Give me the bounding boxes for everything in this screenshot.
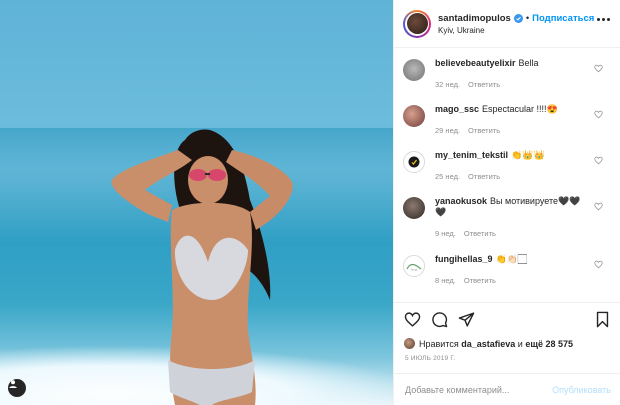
comment-heart-icon[interactable] [594, 202, 603, 211]
commenter-avatar[interactable] [403, 151, 425, 173]
liker-username[interactable]: da_astafieva [461, 339, 515, 349]
likes-count[interactable]: ещё 28 575 [525, 339, 573, 349]
comment-heart-icon[interactable] [594, 64, 603, 73]
user-profile-icon[interactable] [8, 379, 26, 397]
liker-avatar [404, 338, 415, 349]
commenter-avatar[interactable]: fungi [403, 255, 425, 277]
likes-prefix: Нравится [419, 338, 459, 349]
comment-item: fungi fungihellas_9 👏👏🏻🏻 8 нед. Ответить [403, 254, 613, 286]
follow-button[interactable]: Подписаться [532, 13, 594, 24]
comment-age[interactable]: 32 нед. [435, 79, 460, 90]
post-date[interactable]: 5 ИЮЛЬ 2019 Г. [405, 355, 455, 362]
svg-text:fungi: fungi [411, 268, 418, 272]
author-username[interactable]: santadimopulos [438, 13, 511, 24]
comments-list[interactable]: believebeautyelixir Bella 32 нед. Ответить… [394, 48, 620, 302]
comment-username[interactable]: my_tenim_tekstil [435, 150, 508, 160]
likes-middle: и [517, 338, 523, 349]
comment-text: Bella [518, 58, 539, 68]
likes-summary[interactable]: Нравится da_astafieva и ещё 28 575 [404, 338, 573, 349]
comment-username[interactable]: fungihellas_9 [435, 254, 493, 264]
comment-input[interactable] [405, 385, 553, 395]
verified-badge-icon [513, 13, 523, 23]
comment-item: yanaokusok Вы мотивируете🖤🖤🖤 9 нед. Ответи… [403, 196, 613, 239]
comment-username[interactable]: mago_ssc [435, 104, 479, 114]
commenter-avatar[interactable] [403, 105, 425, 127]
comment-username[interactable]: yanaokusok [435, 196, 487, 206]
comment-item: believebeautyelixir Bella 32 нед. Ответить [403, 58, 613, 90]
comment-heart-icon[interactable] [594, 110, 603, 119]
comment-text: 👏👏🏻🏻 [495, 254, 527, 264]
comment-item: my_tenim_tekstil 👏👑👑 25 нед. Ответить [403, 150, 613, 182]
comment-heart-icon[interactable] [594, 260, 603, 269]
commenter-avatar[interactable] [403, 59, 425, 81]
comment-age[interactable]: 9 нед. [435, 228, 456, 239]
photo-figure [111, 129, 293, 405]
comment-icon[interactable] [431, 311, 448, 328]
comment-age[interactable]: 8 нед. [435, 275, 456, 286]
comment-heart-icon[interactable] [594, 156, 603, 165]
reply-button[interactable]: Ответить [468, 171, 500, 182]
reply-button[interactable]: Ответить [464, 275, 496, 286]
header-separator: • [525, 12, 530, 24]
post-location[interactable]: Kyiv, Ukraine [438, 26, 594, 35]
post-photo[interactable] [0, 0, 393, 405]
post-side-panel: santadimopulos • Подписаться Kyiv, Ukrai… [393, 0, 620, 405]
comment-item: mago_ssc Espectacular !!!!😍 29 нед. Ответи… [403, 104, 613, 136]
author-avatar[interactable] [403, 9, 431, 38]
add-comment-bar: Опубликовать [394, 373, 620, 405]
comment-age[interactable]: 29 нед. [435, 125, 460, 136]
reply-button[interactable]: Ответить [468, 125, 500, 136]
bookmark-icon[interactable] [594, 311, 611, 328]
heart-icon[interactable] [404, 311, 421, 328]
publish-button[interactable]: Опубликовать [552, 385, 611, 395]
post-actions: Нравится da_astafieva и ещё 28 575 5 ИЮЛ… [394, 302, 620, 405]
comment-text: 👏👑👑 [511, 150, 545, 160]
comment-username[interactable]: believebeautyelixir [435, 58, 516, 68]
comment-age[interactable]: 25 нед. [435, 171, 460, 182]
reply-button[interactable]: Ответить [464, 228, 496, 239]
more-options-icon[interactable] [597, 18, 610, 21]
comment-text: Espectacular !!!!😍 [482, 104, 558, 114]
post-header: santadimopulos • Подписаться Kyiv, Ukrai… [394, 0, 620, 48]
share-icon[interactable] [458, 311, 475, 328]
commenter-avatar[interactable] [403, 197, 425, 219]
reply-button[interactable]: Ответить [468, 79, 500, 90]
